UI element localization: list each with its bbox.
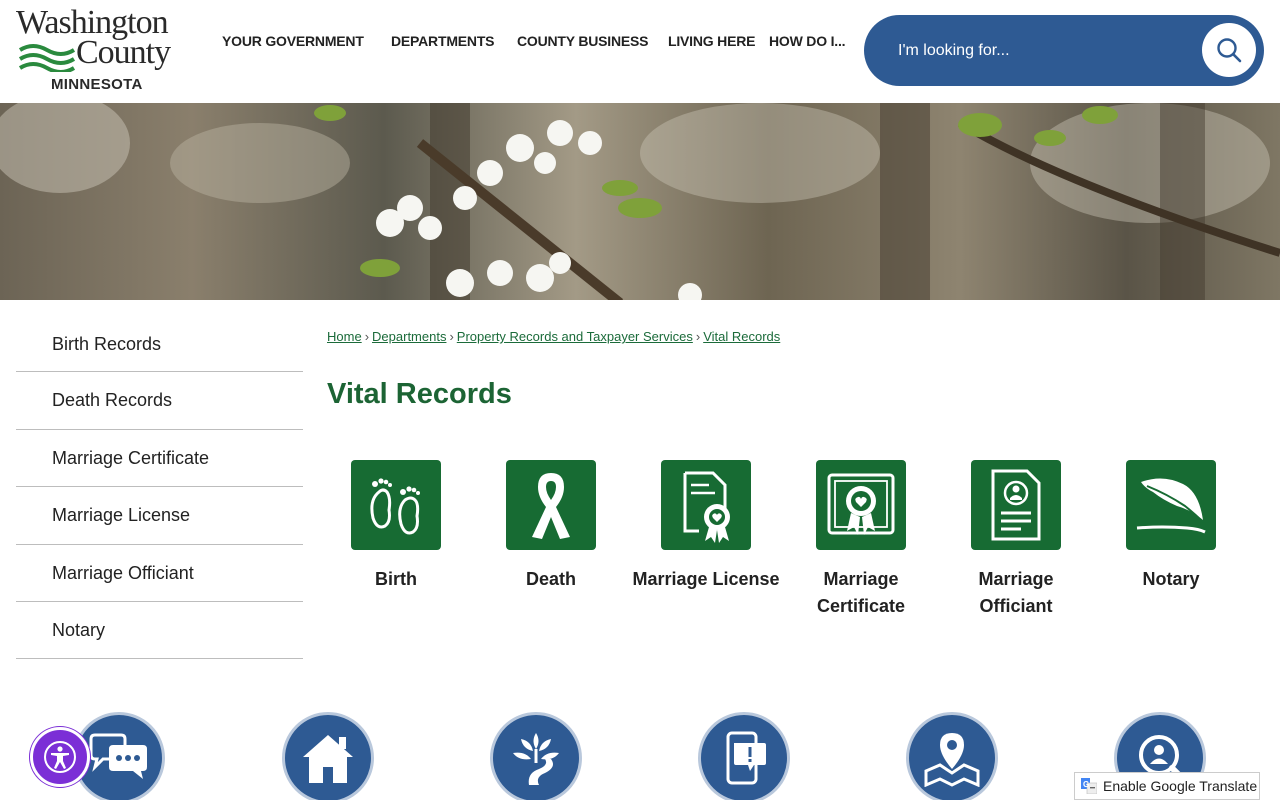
officiant-document-icon — [991, 469, 1041, 541]
ribbon-icon — [532, 473, 570, 539]
house-icon — [303, 735, 353, 783]
sidebar-item-marriage-license[interactable]: Marriage License — [16, 487, 303, 545]
license-certificate-icon — [683, 471, 730, 543]
tile-label: Birth — [375, 569, 417, 589]
google-translate-label: Enable Google Translate — [1103, 778, 1258, 794]
county-logo[interactable]: Washington County MINNESOTA — [14, 6, 194, 98]
quick-link-maps[interactable] — [906, 712, 998, 800]
quill-pen-icon — [1136, 478, 1206, 534]
blossom-photo — [0, 103, 1280, 300]
tile-marriage-certificate[interactable]: Marriage Certificate — [786, 460, 936, 620]
site-header: Washington County MINNESOTA YOUR GOVERNM… — [0, 0, 1280, 103]
google-translate-icon: G — [1081, 778, 1097, 794]
tile-box — [506, 460, 596, 550]
nav-your-government[interactable]: YOUR GOVERNMENT — [222, 33, 364, 49]
breadcrumb-vital-records[interactable]: Vital Records — [703, 329, 780, 344]
map-pin-icon — [924, 733, 980, 787]
nav-county-business[interactable]: COUNTY BUSINESS — [517, 33, 649, 49]
svg-text:G: G — [1083, 780, 1089, 789]
google-translate-button[interactable]: G Enable Google Translate — [1074, 772, 1260, 800]
tile-box — [661, 460, 751, 550]
search-bar — [864, 15, 1264, 86]
footprints-icon — [370, 478, 420, 535]
hero-banner-image — [0, 103, 1280, 300]
breadcrumb-separator: › — [364, 329, 370, 344]
search-button[interactable] — [1202, 23, 1256, 77]
quick-link-parks[interactable] — [490, 712, 582, 800]
tile-label: Marriage License — [632, 569, 780, 589]
sidebar-item-notary[interactable]: Notary — [16, 602, 303, 660]
breadcrumb-departments[interactable]: Departments — [372, 329, 446, 344]
accessibility-button[interactable] — [30, 727, 90, 787]
chat-bubbles-icon — [89, 733, 147, 779]
quick-link-home[interactable] — [282, 712, 374, 800]
nav-departments[interactable]: DEPARTMENTS — [391, 33, 495, 49]
breadcrumb-separator: › — [695, 329, 701, 344]
sidebar-item-marriage-officiant[interactable]: Marriage Officiant — [16, 545, 303, 602]
tile-notary[interactable]: Notary — [1096, 460, 1246, 593]
tile-birth[interactable]: Birth — [321, 460, 471, 593]
page-title: Vital Records — [327, 378, 512, 410]
tile-death[interactable]: Death — [476, 460, 626, 593]
tile-box — [816, 460, 906, 550]
tile-marriage-license[interactable]: Marriage License — [631, 460, 781, 593]
logo-waves-icon — [18, 44, 76, 72]
search-input[interactable] — [898, 37, 1188, 65]
sidebar-nav: Birth Records Death Records Marriage Cer… — [16, 315, 303, 660]
nav-living-here[interactable]: LIVING HERE — [668, 33, 755, 49]
quick-link-alerts[interactable] — [698, 712, 790, 800]
tile-label: Marriage Officiant — [978, 569, 1054, 616]
logo-line-2: County — [76, 34, 171, 71]
tile-box — [351, 460, 441, 550]
tile-label: Marriage Certificate — [816, 569, 906, 616]
tile-label: Death — [525, 569, 576, 589]
breadcrumb-property-records[interactable]: Property Records and Taxpayer Services — [457, 329, 693, 344]
tile-box — [1126, 460, 1216, 550]
tile-box — [971, 460, 1061, 550]
phone-alert-icon — [726, 731, 766, 785]
sidebar-item-marriage-certificate[interactable]: Marriage Certificate — [16, 430, 303, 488]
sidebar-item-death-records[interactable]: Death Records — [16, 372, 303, 430]
certificate-seal-icon — [827, 473, 895, 535]
nav-how-do-i[interactable]: HOW DO I... — [769, 33, 846, 49]
breadcrumb-home[interactable]: Home — [327, 329, 362, 344]
breadcrumb: Home › Departments › Property Records and Ta… — [327, 329, 780, 344]
tile-marriage-officiant[interactable]: Marriage Officiant — [941, 460, 1091, 620]
tile-label: Notary — [1142, 569, 1200, 589]
breadcrumb-separator: › — [449, 329, 454, 344]
accessibility-icon — [44, 741, 76, 773]
search-icon — [1217, 38, 1242, 63]
logo-state: MINNESOTA — [51, 76, 143, 93]
tree-path-icon — [513, 733, 559, 785]
sidebar-item-birth-records[interactable]: Birth Records — [16, 315, 303, 373]
